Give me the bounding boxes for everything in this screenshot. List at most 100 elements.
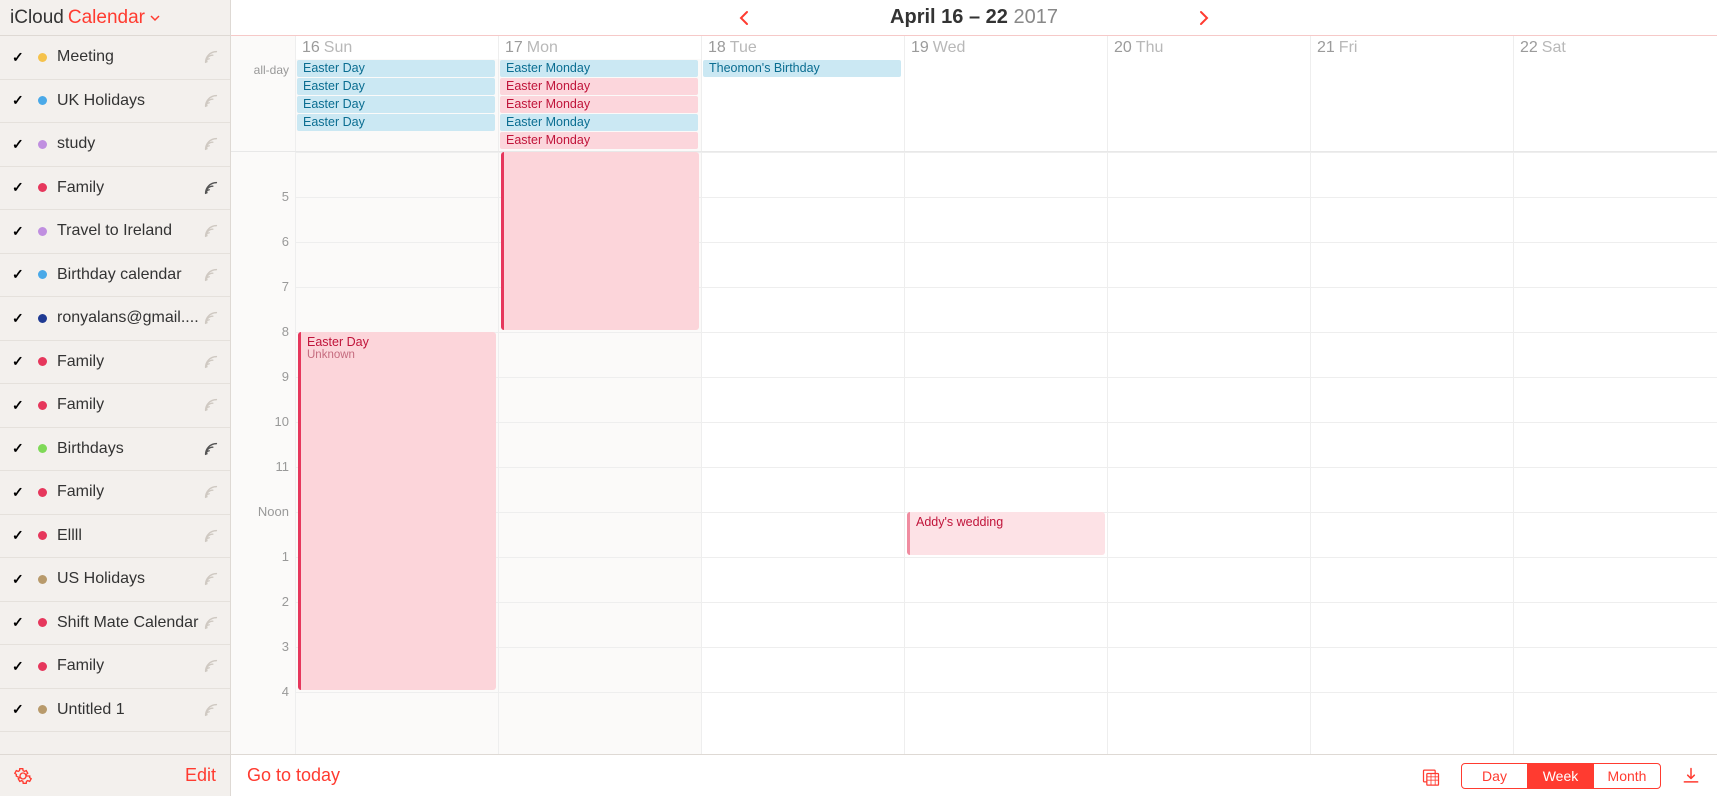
timed-event[interactable]: Addy's wedding <box>907 512 1105 555</box>
sidebar-header[interactable]: iCloud Calendar <box>0 0 230 36</box>
checkmark-icon: ✓ <box>12 527 26 544</box>
broadcast-icon <box>202 614 220 632</box>
sidebar-item[interactable]: ✓Travel to Ireland <box>0 210 230 254</box>
broadcast-icon <box>202 92 220 110</box>
sidebar-item[interactable]: ✓ Ellll <box>0 515 230 559</box>
go-to-today-button[interactable]: Go to today <box>247 765 340 786</box>
sidebar-item[interactable]: ✓Family <box>0 645 230 689</box>
sidebar-item[interactable]: ✓ study <box>0 123 230 167</box>
calendar-name: Meeting <box>57 48 202 66</box>
icloud-label: iCloud <box>10 7 64 29</box>
allday-event[interactable]: Easter Day <box>297 60 495 77</box>
allday-label: all-day <box>231 59 296 151</box>
hour-label: 4 <box>231 692 295 737</box>
color-dot <box>38 357 47 366</box>
allday-cell[interactable]: Theomon's Birthday <box>702 59 905 151</box>
checkmark-icon: ✓ <box>12 266 26 283</box>
checkmark-icon: ✓ <box>12 571 26 588</box>
sidebar-item[interactable]: ✓ Family <box>0 167 230 211</box>
checkmark-icon: ✓ <box>12 136 26 153</box>
prev-week-button[interactable] <box>734 8 754 28</box>
sidebar-item[interactable]: ✓Birthdays <box>0 428 230 472</box>
color-dot <box>38 270 47 279</box>
calendar-name: Family <box>57 353 202 371</box>
calendar-name: Family <box>57 179 202 197</box>
calendar-name: Birthday calendar <box>57 266 202 284</box>
day-column[interactable]: Addy's wedding <box>905 152 1108 754</box>
calendar-name: Untitled 1 <box>57 701 202 719</box>
allday-event[interactable]: Easter Monday <box>500 132 698 149</box>
next-week-button[interactable] <box>1194 8 1214 28</box>
allday-event[interactable]: Easter Day <box>297 114 495 131</box>
sidebar-item[interactable]: ✓ Birthday calendar <box>0 254 230 298</box>
checkmark-icon: ✓ <box>12 701 26 718</box>
timed-event[interactable]: Easter DayUnknown <box>298 332 496 690</box>
calendar-name: study <box>57 135 202 153</box>
chevron-down-icon <box>149 12 161 24</box>
calendar-dropdown[interactable]: Calendar <box>68 7 161 29</box>
color-dot <box>38 96 47 105</box>
broadcast-icon <box>202 483 220 501</box>
allday-event[interactable]: Easter Day <box>297 96 495 113</box>
week-view-button[interactable]: Week <box>1528 764 1594 788</box>
day-view-button[interactable]: Day <box>1462 764 1528 788</box>
checkmark-icon: ✓ <box>12 658 26 675</box>
allday-cell[interactable] <box>905 59 1108 151</box>
checkmark-icon: ✓ <box>12 179 26 196</box>
broadcast-icon <box>202 179 220 197</box>
day-column[interactable] <box>1108 152 1311 754</box>
allday-cell[interactable]: Easter MondayEaster MondayEaster MondayE… <box>499 59 702 151</box>
sidebar-item[interactable]: ✓ Meeting <box>0 36 230 80</box>
allday-cell[interactable] <box>1514 59 1717 151</box>
gear-icon[interactable] <box>14 767 32 785</box>
day-column[interactable] <box>1311 152 1514 754</box>
color-dot <box>38 618 47 627</box>
allday-event[interactable]: Easter Day <box>297 78 495 95</box>
broadcast-icon <box>202 48 220 66</box>
day-column[interactable]: Easter DayUnknown <box>296 152 499 754</box>
broadcast-icon <box>202 657 220 675</box>
broadcast-icon <box>202 135 220 153</box>
sidebar-item[interactable]: ✓Family <box>0 471 230 515</box>
calendar-list: ✓Meeting✓UK Holidays✓study✓Family✓Travel… <box>0 36 230 754</box>
download-icon[interactable] <box>1681 766 1701 786</box>
checkmark-icon: ✓ <box>12 49 26 66</box>
color-dot <box>38 575 47 584</box>
day-column[interactable] <box>702 152 905 754</box>
allday-event[interactable]: Theomon's Birthday <box>703 60 901 77</box>
calendar-name: US Holidays <box>57 570 202 588</box>
hour-grid[interactable]: 567891011Noon1234 Easter DayUnknownAddy'… <box>231 152 1717 754</box>
day-header: 20Thu <box>1108 36 1311 59</box>
color-dot <box>38 53 47 62</box>
allday-event[interactable]: Easter Monday <box>500 78 698 95</box>
color-dot <box>38 401 47 410</box>
day-header: 19Wed <box>905 36 1108 59</box>
day-column[interactable] <box>499 152 702 754</box>
calendar-name: Ellll <box>57 527 202 545</box>
broadcast-icon <box>202 701 220 719</box>
sidebar-item[interactable]: ✓UK Holidays <box>0 80 230 124</box>
sidebar-item[interactable]: ✓Family <box>0 384 230 428</box>
sidebar-item[interactable]: ✓Shift Mate Calendar <box>0 602 230 646</box>
allday-event[interactable]: Easter Monday <box>500 96 698 113</box>
calendar-list-icon[interactable] <box>1421 766 1441 786</box>
sidebar-item[interactable]: ✓ Untitled 1 <box>0 689 230 733</box>
day-header: 17Mon <box>499 36 702 59</box>
sidebar-item[interactable]: ✓ronyalans@gmail.... <box>0 297 230 341</box>
sidebar: iCloud Calendar ✓ Meeting ✓UK Holidays ✓ stu… <box>0 0 231 796</box>
allday-cell[interactable] <box>1108 59 1311 151</box>
view-segmented-control: Day Week Month <box>1461 763 1661 789</box>
allday-cell[interactable] <box>1311 59 1514 151</box>
allday-event[interactable]: Easter Monday <box>500 60 698 77</box>
edit-button[interactable]: Edit <box>185 765 216 786</box>
allday-event[interactable]: Easter Monday <box>500 114 698 131</box>
sidebar-item[interactable]: ✓Family <box>0 341 230 385</box>
allday-cell[interactable]: Easter DayEaster DayEaster DayEaster Day <box>296 59 499 151</box>
sidebar-item[interactable]: ✓ US Holidays <box>0 558 230 602</box>
month-view-button[interactable]: Month <box>1594 764 1660 788</box>
day-column[interactable] <box>1514 152 1717 754</box>
timed-event[interactable] <box>501 152 699 330</box>
broadcast-icon <box>202 527 220 545</box>
broadcast-icon <box>202 570 220 588</box>
main: April 16 – 22 2017 16Sun17Mon18Tue19Wed2… <box>231 0 1717 796</box>
